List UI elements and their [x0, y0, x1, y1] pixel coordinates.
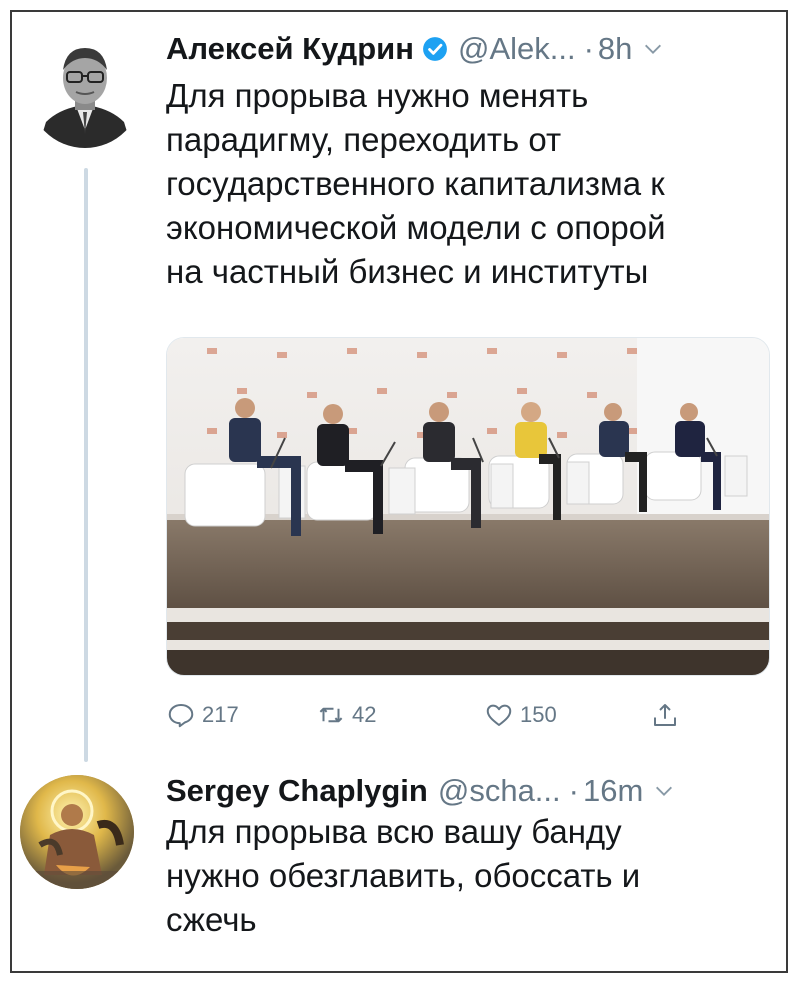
tweet-photo-conference[interactable]: [166, 337, 770, 676]
avatar-chaplygin[interactable]: [20, 775, 134, 889]
like-button[interactable]: 150: [484, 700, 557, 730]
retweet-count: 42: [352, 702, 377, 727]
reply-icon: [168, 704, 194, 728]
tweet-text: Для прорыва нужно менять парадигму, пере…: [166, 77, 666, 290]
tweet-text: Для прорыва всю вашу банду нужно обезгла…: [166, 813, 641, 938]
separator-dot: ·: [583, 31, 594, 66]
verified-badge-icon: [423, 37, 447, 61]
tweet-time[interactable]: 8h: [598, 31, 632, 67]
reply-button[interactable]: 217: [166, 700, 239, 730]
tweet-header: Sergey Chaplygin @scha... · 16m: [166, 768, 675, 814]
chevron-down-icon[interactable]: [653, 780, 675, 802]
chevron-down-icon[interactable]: [642, 38, 664, 60]
share-button[interactable]: [650, 700, 680, 730]
retweet-button[interactable]: 42: [316, 700, 376, 730]
retweet-icon: [319, 707, 343, 723]
separator-dot: ·: [568, 773, 579, 808]
author-name[interactable]: Алексей Кудрин: [166, 31, 414, 67]
avatar-kudrin[interactable]: [28, 34, 142, 148]
like-icon: [486, 704, 512, 726]
tweet-header: Алексей Кудрин @Alek... · 8h: [166, 26, 664, 72]
reply-count: 217: [202, 702, 239, 727]
author-handle[interactable]: @scha...: [438, 773, 561, 809]
thread-connector-line: [84, 168, 88, 762]
like-count: 150: [520, 702, 557, 727]
author-name[interactable]: Sergey Chaplygin: [166, 773, 428, 809]
author-handle[interactable]: @Alek...: [458, 31, 576, 67]
share-icon: [654, 704, 676, 726]
tweet-actions-bar: 217 42 150: [166, 700, 706, 740]
tweet-time[interactable]: 16m: [583, 773, 643, 809]
